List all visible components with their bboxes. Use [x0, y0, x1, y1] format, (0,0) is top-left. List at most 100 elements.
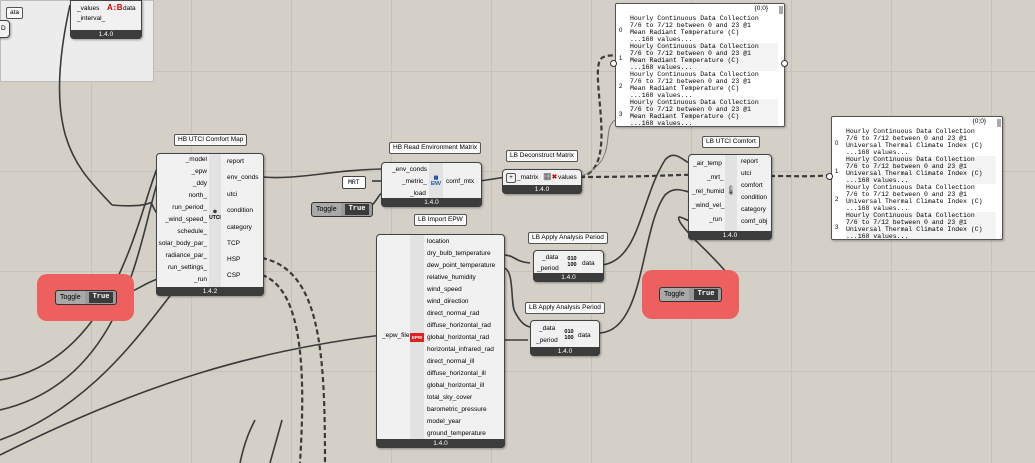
wire-dashed — [579, 53, 616, 179]
input-north[interactable]: north_ — [189, 192, 207, 200]
mrt-output-panel[interactable]: {0;0} 0 Hourly Continuous Data Collectio… — [615, 3, 785, 127]
output-horizontal-infrared-rad[interactable]: horizontal_infrared_rad — [427, 346, 494, 354]
output-condition[interactable]: condition — [741, 194, 767, 202]
input-run-settings[interactable]: run_settings_ — [168, 264, 207, 272]
input-data[interactable]: _data — [539, 325, 555, 333]
output-category[interactable]: category — [741, 206, 766, 214]
input-stub-label: D — [1, 25, 6, 32]
input-mrt[interactable]: _mrt_ — [707, 174, 724, 182]
output-condition[interactable]: condition — [227, 207, 253, 215]
output-hsp[interactable]: HSP — [227, 256, 240, 264]
entry-line: ...168 values... — [846, 233, 909, 240]
input-wind-vel[interactable]: _wind_vel_ — [692, 202, 725, 210]
input-run[interactable]: _run — [709, 216, 722, 224]
output-utci[interactable]: utci — [227, 191, 237, 199]
output-tcp[interactable]: TCP — [227, 240, 240, 248]
input-period[interactable]: _period — [537, 265, 559, 273]
component-title: HB UTCI Comfort Map — [174, 134, 248, 146]
import-epw-component[interactable]: _epw_file EPW location dry_bulb_temperat… — [376, 234, 505, 448]
input-stub-component[interactable]: D — [0, 20, 10, 38]
output-comf-mtx[interactable]: comf_mtx — [446, 178, 474, 186]
input-schedule[interactable]: schedule_ — [177, 228, 207, 236]
input-radiance-par[interactable]: radiance_par_ — [165, 252, 207, 260]
input-env-conds[interactable]: _env_conds — [392, 166, 427, 174]
values-component[interactable]: _values _interval_ A↕B data 1.4.0 — [70, 0, 142, 39]
input-rel-humid[interactable]: _rel_humid — [692, 188, 724, 196]
input-ddy[interactable]: _ddy — [193, 180, 207, 188]
output-total-sky-cover[interactable]: total_sky_cover — [427, 394, 472, 402]
input-metric[interactable]: _metric_ — [402, 178, 427, 186]
output-diffuse-horizontal-ill[interactable]: diffuse_horizontal_ill — [427, 370, 486, 378]
output-direct-normal-rad[interactable]: direct_normal_rad — [427, 310, 479, 318]
output-wind-direction[interactable]: wind_direction — [427, 298, 469, 306]
output-report[interactable]: report — [741, 158, 758, 166]
input-epw-file[interactable]: _epw_file — [382, 332, 409, 340]
expand-icon[interactable]: + — [506, 173, 516, 183]
input-run-period[interactable]: run_period_ — [172, 204, 207, 212]
input-wind-speed[interactable]: _wind_speed_ — [165, 216, 207, 224]
output-wind-speed[interactable]: wind_speed — [427, 286, 462, 294]
scrollbar[interactable] — [779, 6, 783, 14]
output-data[interactable]: data — [123, 5, 136, 13]
output-csp[interactable]: CSP — [227, 272, 240, 280]
entry-line: 7/6 to 7/12 between 0 and 23 @1 — [846, 191, 967, 198]
output-direct-normal-ill[interactable]: direct_normal_ill — [427, 358, 474, 366]
scrollbar[interactable] — [997, 119, 1001, 127]
input-model[interactable]: _model — [186, 156, 207, 164]
toggle-value[interactable]: True — [89, 292, 113, 303]
input-matrix[interactable]: _matrix — [517, 174, 538, 182]
apply-analysis-period-component[interactable]: _data _period 010 100 data 1.4.0 — [530, 320, 600, 356]
boolean-toggle[interactable]: Toggle True — [55, 290, 117, 305]
panel-output-grip[interactable] — [781, 60, 788, 67]
entry-line: Hourly Continuous Data Collection — [846, 184, 975, 191]
output-ground-temperature[interactable]: ground_temperature — [427, 430, 486, 438]
output-comfort[interactable]: comfort — [741, 182, 763, 190]
metric-panel[interactable]: MRT — [342, 176, 366, 189]
matrix-icon: ▦✖ — [543, 171, 558, 181]
entry-line: ...168 values... — [630, 120, 693, 127]
output-report[interactable]: report — [227, 158, 244, 166]
entry-line: Mean Radiant Temperature (C) — [630, 113, 740, 120]
toggle-value[interactable]: True — [345, 204, 369, 215]
entry-line: Universal Thermal Climate Index (C) — [846, 142, 983, 149]
toggle-value[interactable]: True — [694, 289, 718, 300]
apply-analysis-period-component[interactable]: _data _period 010 100 data 1.4.0 — [533, 250, 604, 282]
utci-output-panel[interactable]: {0;0} 0 Hourly Continuous Data Collectio… — [831, 116, 1003, 240]
utci-comfort-component[interactable]: _air_temp _mrt_ _rel_humid _wind_vel_ _r… — [688, 154, 772, 240]
input-interval[interactable]: _interval_ — [77, 15, 105, 23]
output-dew-point-temperature[interactable]: dew_point_temperature — [427, 262, 495, 270]
output-relative-humidity[interactable]: relative_humidity — [427, 274, 476, 282]
output-global-horizontal-ill[interactable]: global_horizontal_ill — [427, 382, 484, 390]
panel-input-grip[interactable] — [826, 173, 833, 180]
output-diffuse-horizontal-rad[interactable]: diffuse_horizontal_rad — [427, 322, 491, 330]
panel-entry: Hourly Continuous Data Collection 7/6 to… — [630, 71, 778, 99]
output-location[interactable]: location — [427, 238, 449, 246]
output-model-year[interactable]: model_year — [427, 418, 461, 426]
input-epw[interactable]: _epw — [191, 168, 207, 176]
output-values[interactable]: values — [558, 174, 577, 182]
read-env-matrix-component[interactable]: _env_conds _metric_ _load ▦ ENV comf_mtx … — [381, 162, 482, 207]
utci-comfort-map-component[interactable]: _model _epw _ddy north_ run_period_ _win… — [156, 153, 264, 296]
output-data[interactable]: data — [582, 260, 595, 268]
item-index: 2 — [835, 197, 839, 203]
output-dry-bulb-temperature[interactable]: dry_bulb_temperature — [427, 250, 491, 258]
entry-line: Mean Radiant Temperature (C) — [630, 57, 740, 64]
boolean-toggle[interactable]: Toggle True — [659, 287, 722, 302]
panel-input-grip[interactable] — [610, 60, 617, 67]
output-barometric-pressure[interactable]: barometric_pressure — [427, 406, 487, 414]
deconstruct-matrix-component[interactable]: + _matrix ▦✖ values 1.4.0 — [502, 169, 582, 194]
input-solar-body-par[interactable]: solar_body_par_ — [159, 240, 207, 248]
input-run[interactable]: _run — [194, 276, 207, 284]
input-period[interactable]: _period — [536, 337, 558, 345]
input-load[interactable]: _load — [410, 190, 426, 198]
boolean-toggle[interactable]: Toggle True — [311, 202, 373, 217]
output-utci[interactable]: utci — [741, 170, 751, 178]
output-data[interactable]: data — [578, 332, 591, 340]
output-env-conds[interactable]: env_conds — [227, 174, 258, 182]
input-data[interactable]: _data — [542, 254, 558, 262]
input-values[interactable]: _values — [77, 5, 99, 13]
input-air-temp[interactable]: _air_temp — [693, 160, 722, 168]
output-comf-obj[interactable]: comf_obj — [741, 218, 767, 226]
output-category[interactable]: category — [227, 224, 252, 232]
output-global-horizontal-rad[interactable]: global_horizontal_rad — [427, 334, 489, 342]
